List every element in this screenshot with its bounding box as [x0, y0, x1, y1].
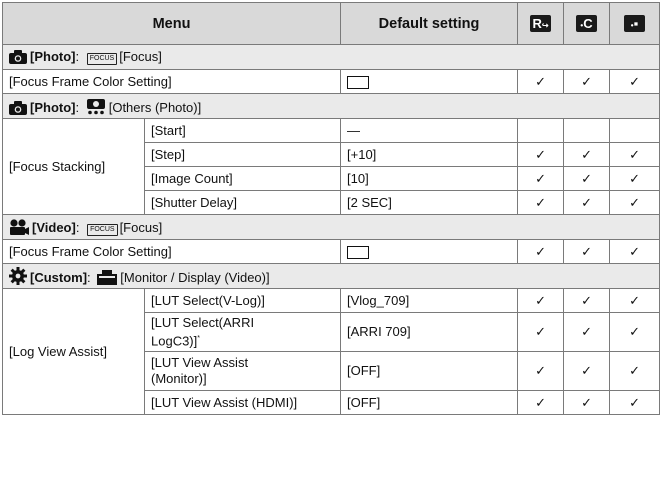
check-mark: ✓	[517, 312, 565, 352]
check-mark: ✓	[517, 69, 565, 94]
section-category: [Photo]	[30, 99, 76, 115]
row-value: [OFF]	[340, 390, 519, 415]
camera-icon	[9, 100, 27, 115]
row-group-label: [Focus Stacking]	[2, 118, 145, 215]
menu-header: Menu	[1, 2, 342, 45]
check-mark: ✓	[609, 239, 661, 264]
section-subcategory: [Monitor / Display (Video)]	[120, 269, 270, 285]
table-header-row: Menu Default setting R↪ •C •▪	[1, 2, 661, 45]
others-icon	[86, 98, 105, 114]
check-mark: ✓	[563, 239, 611, 264]
check-mark: ✓	[609, 69, 661, 94]
row-group-label: [Log View Assist]	[2, 288, 145, 415]
row-label: [Step]	[143, 142, 342, 167]
settings-table: Menu Default setting R↪ •C •▪ [Photo]: F…	[1, 2, 661, 415]
section-category: [Photo]	[30, 49, 76, 64]
check-mark: ✓	[563, 288, 611, 313]
monitor-icon	[97, 269, 118, 285]
save-card-icon: •▪	[624, 15, 646, 32]
section-video-focus: [Video]: FOCUS [Focus]	[1, 214, 661, 240]
row-value	[340, 69, 519, 94]
empty-cell	[563, 118, 611, 143]
focus-icon: FOCUS	[86, 53, 118, 65]
row-value: [+10]	[340, 142, 519, 167]
check-mark: ✓	[609, 142, 661, 167]
check-mark: ✓	[517, 190, 565, 215]
row-value	[340, 239, 519, 264]
check-mark: ✓	[563, 166, 611, 191]
check-mark: ✓	[563, 351, 611, 391]
row-label: [LUT Select(ARRI LogC3)]*	[143, 312, 342, 352]
row-label: [LUT View Assist (HDMI)]	[143, 390, 342, 415]
check-mark: ✓	[563, 142, 611, 167]
check-mark: ✓	[517, 351, 565, 391]
row-value: [ARRI 709]	[340, 312, 519, 352]
table-row: [Focus Frame Color Setting] ✓ ✓ ✓	[1, 69, 661, 94]
focus-icon: FOCUS	[87, 223, 118, 236]
custom-mode-header: •C	[563, 2, 611, 45]
video-camera-icon	[10, 218, 29, 235]
check-mark: ✓	[609, 288, 661, 313]
default-setting-header: Default setting	[340, 2, 519, 45]
row-label: [Focus Frame Color Setting]	[1, 239, 342, 264]
section-category: [Custom]	[30, 269, 88, 285]
row-value: [OFF]	[340, 351, 519, 391]
check-mark: ✓	[609, 351, 661, 391]
check-mark: ✓	[609, 390, 661, 415]
row-value: [2 SEC]	[340, 190, 519, 215]
check-mark: ✓	[563, 390, 611, 415]
check-mark: ✓	[609, 166, 661, 191]
row-label: [Image Count]	[143, 166, 342, 191]
custom-register-icon: •C	[576, 15, 598, 32]
row-label: [LUT Select(V-Log)]	[143, 288, 342, 313]
reset-mode-icon: R↪	[530, 15, 552, 32]
check-mark: ✓	[609, 312, 661, 352]
color-frame-icon	[347, 245, 370, 259]
section-subcategory: [Focus]	[119, 219, 163, 235]
color-frame-icon	[347, 75, 370, 89]
footnote-marker: *	[197, 334, 200, 342]
table-row: [Focus Stacking] [Start] —	[2, 118, 661, 215]
row-value: [10]	[340, 166, 519, 191]
empty-cell	[517, 118, 565, 143]
row-label: [LUT View Assist (Monitor)]	[143, 351, 342, 391]
empty-cell	[609, 118, 661, 143]
check-mark: ✓	[517, 142, 565, 167]
camera-icon	[9, 50, 27, 64]
check-mark: ✓	[563, 190, 611, 215]
save-mode-header: •▪	[609, 2, 661, 45]
table-row: [Log View Assist] [LUT Select(V-Log)] [V…	[2, 288, 661, 415]
section-photo-focus: [Photo]: FOCUS [Focus]	[1, 44, 661, 70]
section-subcategory: [Others (Photo)]	[108, 99, 202, 115]
section-custom-monitor: [Custom]: [Monitor / Display (Video)]	[1, 263, 661, 289]
check-mark: ✓	[563, 69, 611, 94]
check-mark: ✓	[609, 190, 661, 215]
section-subcategory: [Focus]	[119, 49, 162, 64]
check-mark: ✓	[563, 312, 611, 352]
check-mark: ✓	[517, 288, 565, 313]
table-row: [Focus Frame Color Setting] ✓ ✓ ✓	[1, 239, 661, 264]
row-value: [Vlog_709]	[340, 288, 519, 313]
section-category: [Video]	[32, 219, 76, 235]
gear-icon	[9, 266, 27, 285]
check-mark: ✓	[517, 166, 565, 191]
reset-mode-header: R↪	[517, 2, 565, 45]
row-label: [Start]	[143, 118, 342, 143]
check-mark: ✓	[517, 239, 565, 264]
check-mark: ✓	[517, 390, 565, 415]
row-label: [Shutter Delay]	[143, 190, 342, 215]
row-value: —	[340, 118, 519, 143]
section-photo-others: [Photo]: [Others (Photo)]	[1, 93, 661, 119]
row-label: [Focus Frame Color Setting]	[1, 69, 342, 94]
